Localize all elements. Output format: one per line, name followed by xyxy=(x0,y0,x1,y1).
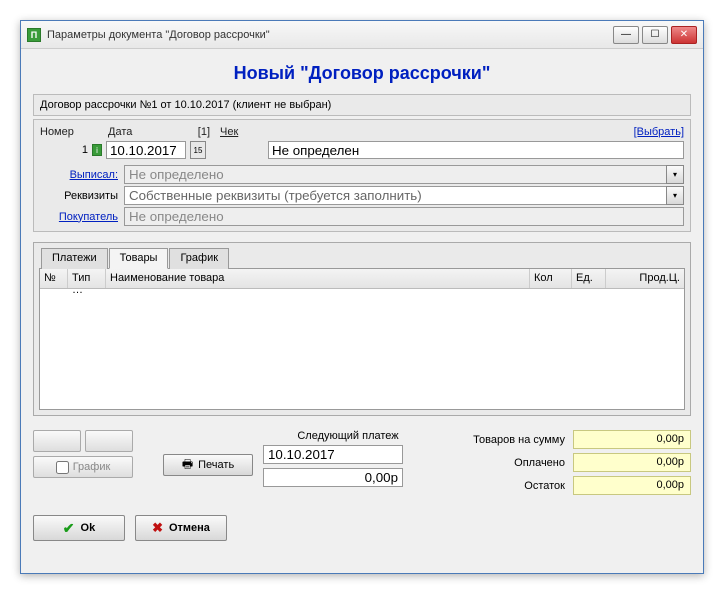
next-payment-amount[interactable] xyxy=(263,468,403,487)
schedule-checkbox-button[interactable]: График xyxy=(33,456,133,478)
check-link[interactable]: Чек xyxy=(220,126,238,138)
tab-payments[interactable]: Платежи xyxy=(41,248,108,269)
minimize-button[interactable]: — xyxy=(613,26,639,44)
requisites-dropdown-button[interactable]: ▾ xyxy=(666,186,684,205)
schedule-checkbox[interactable] xyxy=(56,461,69,474)
check-input[interactable] xyxy=(268,141,684,159)
col-number[interactable]: № xyxy=(40,269,68,288)
col-price[interactable]: Прод.Ц. xyxy=(606,269,684,288)
next-payment-label: Следующий платеж xyxy=(263,430,433,445)
paid-label: Оплачено xyxy=(514,457,565,469)
schedule-label: График xyxy=(73,461,111,473)
tab-strip: Платежи Товары График xyxy=(39,248,685,269)
printer-icon: 🖶 xyxy=(182,455,193,476)
titlebar: П Параметры документа "Договор рассрочки… xyxy=(21,21,703,49)
requisites-label: Реквизиты xyxy=(40,190,118,202)
issued-dropdown-button[interactable]: ▾ xyxy=(666,165,684,184)
tab-schedule[interactable]: График xyxy=(169,248,229,269)
maximize-button[interactable]: ☐ xyxy=(642,26,668,44)
balance-label: Остаток xyxy=(524,480,565,492)
document-summary: Договор рассрочки №1 от 10.10.2017 (клие… xyxy=(40,99,331,111)
cancel-label: Отмена xyxy=(169,522,210,534)
paid-value: 0,00р xyxy=(573,453,691,472)
buyer-field[interactable] xyxy=(124,207,684,226)
date-label: Дата xyxy=(108,126,176,138)
select-link[interactable]: [Выбрать] xyxy=(634,126,684,138)
nav-next-button[interactable] xyxy=(85,430,133,452)
count-label: [1] xyxy=(186,126,210,138)
ok-button[interactable]: ✔ Ok xyxy=(33,515,125,541)
date-picker-button[interactable]: 15 xyxy=(190,141,206,159)
app-icon: П xyxy=(27,28,41,42)
buyer-label[interactable]: Покупатель xyxy=(40,211,118,223)
print-label: Печать xyxy=(198,459,234,471)
col-unit[interactable]: Ед. xyxy=(572,269,606,288)
grid-body[interactable] xyxy=(40,289,684,409)
tab-goods[interactable]: Товары xyxy=(109,248,169,269)
number-label: Номер xyxy=(40,126,98,138)
balance-value: 0,00р xyxy=(573,476,691,495)
ok-label: Ok xyxy=(81,522,96,534)
next-payment-date[interactable] xyxy=(263,445,403,464)
col-name[interactable]: Наименование товара xyxy=(106,269,530,288)
col-type[interactable]: Тип … xyxy=(68,269,106,288)
goods-grid: № Тип … Наименование товара Кол Ед. Прод… xyxy=(39,268,685,410)
requisites-field[interactable] xyxy=(124,186,667,205)
close-button[interactable]: ✕ xyxy=(671,26,697,44)
date-input[interactable] xyxy=(106,141,186,159)
col-qty[interactable]: Кол xyxy=(530,269,572,288)
number-value: 1 xyxy=(40,144,88,156)
nav-prev-button[interactable] xyxy=(33,430,81,452)
window-title: Параметры документа "Договор рассрочки" xyxy=(47,29,613,41)
page-title: Новый "Договор рассрочки" xyxy=(33,57,691,94)
x-icon: ✖ xyxy=(152,520,163,536)
info-panel: Договор рассрочки №1 от 10.10.2017 (клие… xyxy=(33,94,691,116)
info-icon[interactable]: i xyxy=(92,144,102,156)
goods-sum-value: 0,00р xyxy=(573,430,691,449)
goods-sum-label: Товаров на сумму xyxy=(473,434,565,446)
check-icon: ✔ xyxy=(63,520,75,537)
issued-label[interactable]: Выписал: xyxy=(40,169,118,181)
dialog-window: П Параметры документа "Договор рассрочки… xyxy=(20,20,704,574)
issued-field[interactable] xyxy=(124,165,667,184)
print-button[interactable]: 🖶 Печать xyxy=(163,454,253,476)
cancel-button[interactable]: ✖ Отмена xyxy=(135,515,227,541)
